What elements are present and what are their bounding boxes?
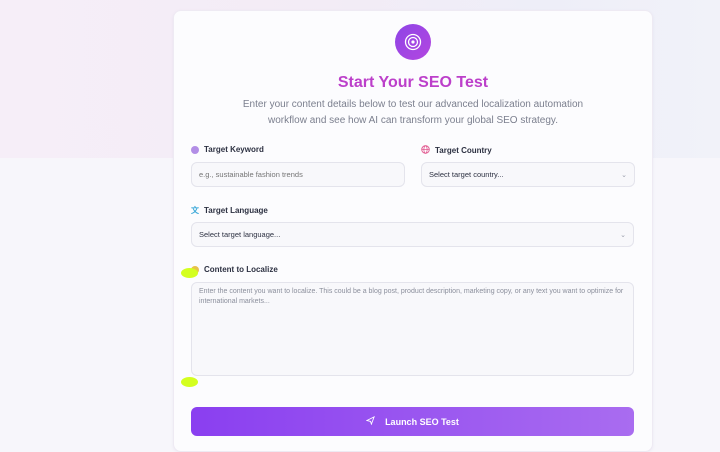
seo-test-card: Start Your SEO Test Enter your content d…: [173, 10, 653, 452]
launch-seo-test-button[interactable]: Launch SEO Test: [191, 407, 634, 436]
country-label: Target Country: [435, 146, 492, 155]
page-subtitle: Enter your content details below to test…: [242, 99, 584, 126]
globe-icon: [421, 145, 430, 156]
target-icon: [395, 24, 431, 60]
page-title: Start Your SEO Test: [337, 74, 489, 91]
content-label: Content to Localize: [204, 265, 278, 274]
launch-label: Launch SEO Test: [385, 416, 459, 427]
country-select-value: Select target country...: [429, 170, 504, 179]
chevron-down-icon: ⌄: [620, 231, 626, 239]
language-select-value: Select target language...: [199, 230, 281, 239]
content-textarea[interactable]: Enter the content you want to localize. …: [191, 282, 634, 376]
language-select[interactable]: Select target language... ⌄: [191, 222, 634, 247]
translate-icon: 文: [191, 206, 199, 215]
keyword-label: Target Keyword: [204, 145, 264, 154]
language-label: Target Language: [204, 206, 268, 215]
country-select[interactable]: Select target country... ⌄: [421, 162, 635, 187]
highlight-marker: [181, 268, 198, 278]
content-label-row: Content to Localize: [191, 265, 278, 274]
keyword-input[interactable]: [191, 162, 405, 187]
content-placeholder: Enter the content you want to localize. …: [199, 288, 624, 305]
country-label-row: Target Country: [421, 145, 492, 156]
chevron-down-icon: ⌄: [621, 171, 627, 179]
send-icon: [365, 415, 375, 427]
dot-icon: [191, 145, 199, 154]
highlight-marker: [181, 377, 198, 387]
language-label-row: 文 Target Language: [191, 205, 268, 216]
keyword-label-row: Target Keyword: [191, 145, 264, 154]
